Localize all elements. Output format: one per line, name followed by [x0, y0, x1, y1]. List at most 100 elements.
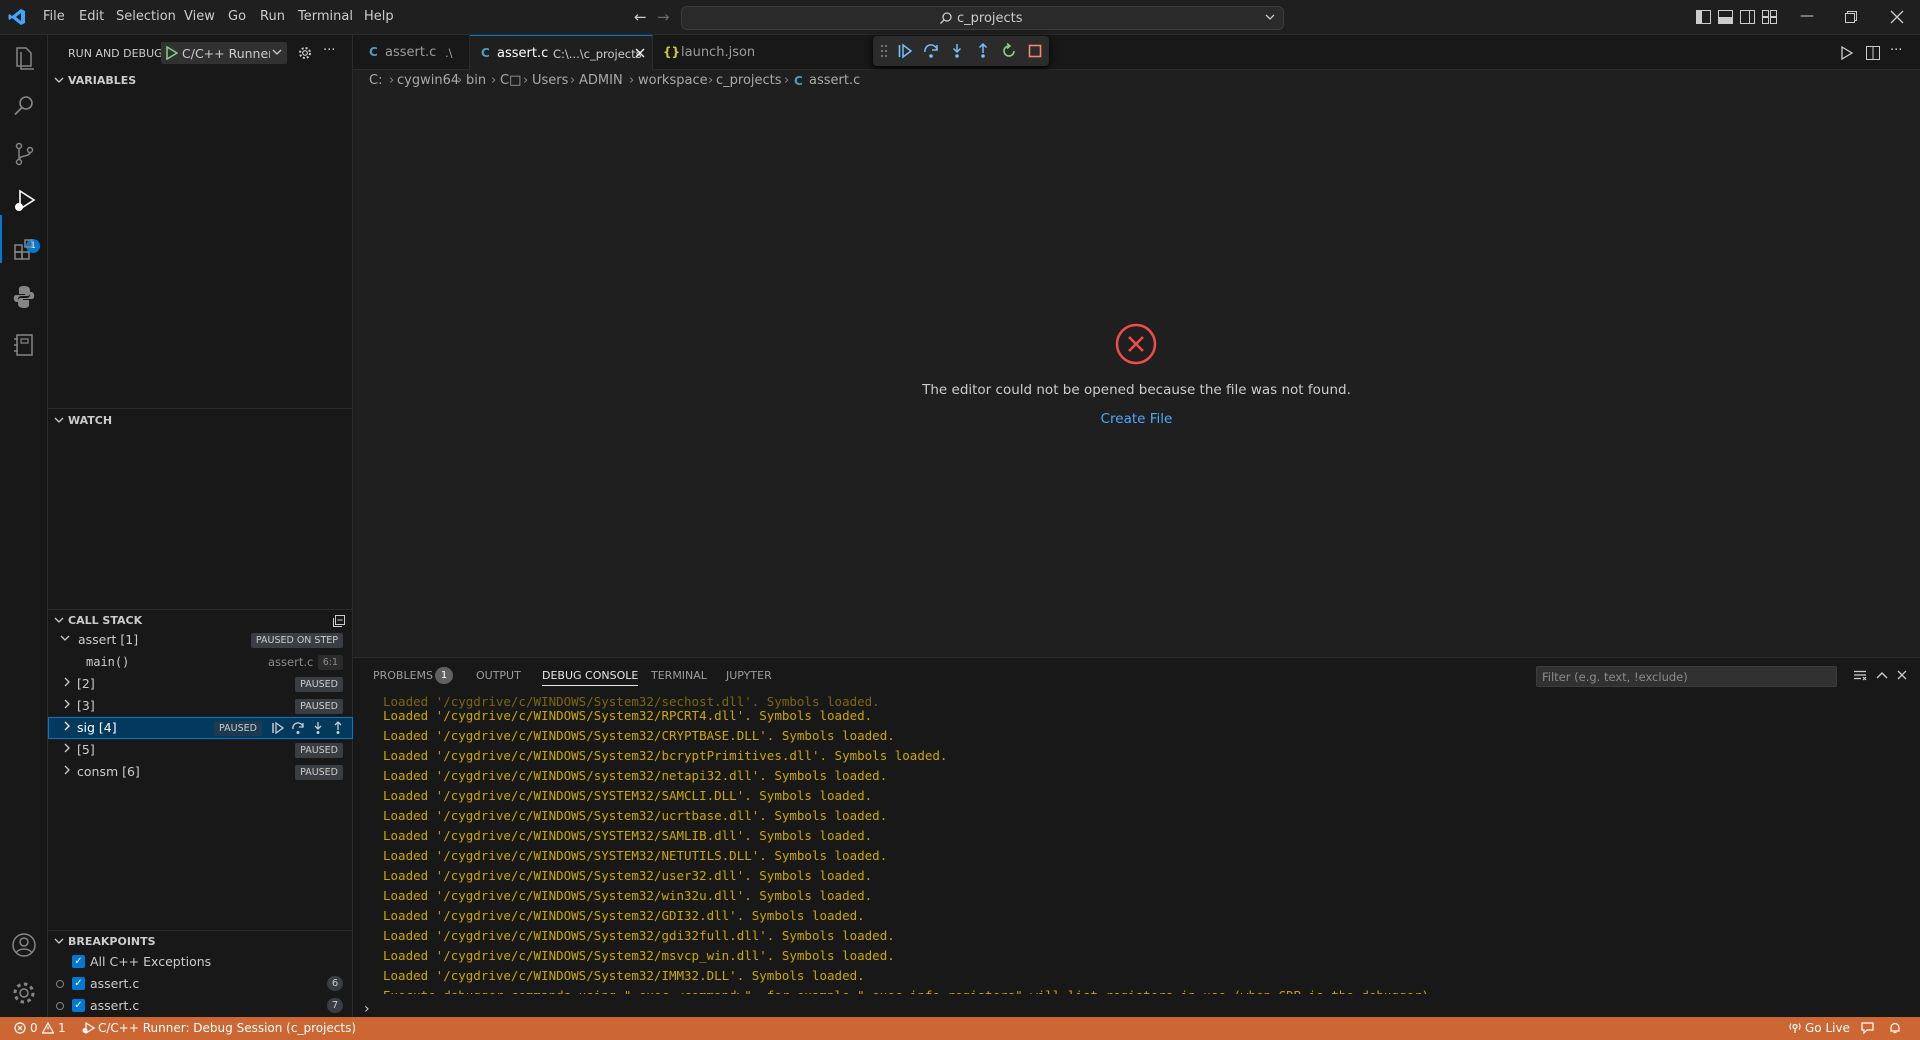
- chevron-down-icon[interactable]: [1264, 11, 1276, 23]
- feedback-icon[interactable]: [1861, 1022, 1874, 1034]
- tab-debug-console[interactable]: DEBUG CONSOLE: [542, 669, 639, 686]
- call-stack-thread-3[interactable]: [3] PAUSED: [48, 695, 353, 717]
- step-into-icon[interactable]: [949, 43, 965, 59]
- open-launch-json-gear-icon[interactable]: [297, 45, 313, 61]
- create-file-link[interactable]: Create File: [353, 411, 1920, 427]
- close-window-icon[interactable]: [1890, 10, 1904, 24]
- breadcrumb-item[interactable]: cygwin64: [397, 73, 459, 88]
- restore-icon[interactable]: [1845, 11, 1857, 23]
- split-editor-icon[interactable]: [1866, 46, 1880, 60]
- chevron-down-icon[interactable]: [54, 415, 64, 425]
- nav-forward-icon[interactable]: →: [657, 8, 670, 26]
- drag-handle-icon[interactable]: [880, 44, 888, 58]
- breakpoint-exceptions[interactable]: ✓ All C++ Exceptions: [48, 951, 353, 973]
- toggle-panel-icon[interactable]: [1718, 10, 1733, 24]
- menu-go[interactable]: Go: [228, 9, 246, 24]
- call-stack-thread-consm[interactable]: consm [6] PAUSED: [48, 761, 353, 783]
- breadcrumb-item[interactable]: Users: [532, 73, 568, 88]
- more-actions-icon[interactable]: ···: [1890, 43, 1902, 58]
- menu-terminal[interactable]: Terminal: [298, 9, 353, 24]
- call-stack-thread-sig[interactable]: sig [4] PAUSED: [48, 717, 353, 739]
- breadcrumb-item[interactable]: workspace: [638, 73, 708, 88]
- menu-selection[interactable]: Selection: [116, 9, 176, 24]
- minimize-icon[interactable]: —: [1800, 8, 1814, 24]
- explorer-icon[interactable]: [8, 42, 40, 74]
- menu-view[interactable]: View: [184, 9, 215, 24]
- step-over-icon[interactable]: [923, 43, 939, 59]
- stop-icon[interactable]: [1027, 43, 1043, 59]
- more-actions-icon[interactable]: ···: [323, 43, 335, 58]
- errors-icon[interactable]: [14, 1022, 26, 1034]
- run-code-icon[interactable]: [1840, 46, 1853, 60]
- menu-file[interactable]: File: [43, 9, 65, 24]
- start-debugging-icon[interactable]: [166, 46, 178, 60]
- breadcrumb-item[interactable]: C□: [500, 73, 521, 88]
- call-stack-frame-main[interactable]: main() assert.c 6:1: [48, 651, 353, 673]
- settings-gear-icon[interactable]: [8, 977, 40, 1009]
- tab-problems[interactable]: PROBLEMS: [373, 669, 433, 682]
- tab-terminal[interactable]: TERMINAL: [651, 669, 707, 682]
- breadcrumb-item[interactable]: C:: [369, 73, 382, 88]
- go-live-button[interactable]: Go Live: [1805, 1021, 1850, 1035]
- call-stack-thread-2[interactable]: [2] PAUSED: [48, 673, 353, 695]
- warning-icon[interactable]: [42, 1022, 54, 1034]
- toggle-primary-sidebar-icon[interactable]: [1696, 10, 1711, 24]
- source-control-icon[interactable]: [8, 138, 40, 170]
- debug-config-select[interactable]: C/C++ Runner: [161, 42, 287, 64]
- call-stack-section-header[interactable]: CALL STACK: [68, 614, 142, 627]
- customize-layout-icon[interactable]: [1762, 10, 1777, 24]
- exceptions-checkbox[interactable]: ✓: [72, 955, 85, 968]
- account-icon[interactable]: [8, 929, 40, 961]
- warning-count[interactable]: 1: [58, 1021, 66, 1035]
- breakpoint-checkbox[interactable]: ✓: [72, 977, 85, 990]
- step-out-icon[interactable]: [975, 43, 991, 59]
- tab-launch-json[interactable]: {} launch.json: [653, 35, 770, 70]
- nav-back-icon[interactable]: ←: [634, 8, 647, 26]
- call-stack-thread-5[interactable]: [5] PAUSED: [48, 739, 353, 761]
- breadcrumb-item[interactable]: ADMIN: [579, 73, 623, 88]
- chevron-down-icon[interactable]: [54, 615, 64, 625]
- chevron-down-icon[interactable]: [54, 936, 64, 946]
- close-tab-icon[interactable]: [634, 47, 646, 59]
- breakpoint-item[interactable]: ✓ assert.c 6: [48, 973, 353, 995]
- chevron-down-icon[interactable]: [54, 75, 64, 85]
- tab-output[interactable]: OUTPUT: [476, 669, 521, 682]
- notifications-bell-icon[interactable]: [1889, 1022, 1901, 1034]
- breakpoint-checkbox[interactable]: ✓: [72, 999, 85, 1012]
- error-count[interactable]: 0: [30, 1021, 38, 1035]
- breakpoint-item[interactable]: ✓ assert.c 7: [48, 995, 353, 1017]
- tab-assert-c-root[interactable]: C assert.c .\: [353, 35, 470, 70]
- menu-run[interactable]: Run: [260, 9, 285, 24]
- step-into-icon[interactable]: [311, 721, 325, 735]
- step-out-icon[interactable]: [331, 721, 345, 735]
- tab-jupyter[interactable]: JUPYTER: [726, 669, 772, 682]
- call-stack-thread-assert[interactable]: assert [1] PAUSED ON STEP: [48, 629, 353, 651]
- notebook-icon[interactable]: [8, 329, 40, 361]
- step-over-icon[interactable]: [291, 721, 305, 735]
- menu-help[interactable]: Help: [364, 9, 394, 24]
- breadcrumb-item[interactable]: bin: [466, 73, 486, 88]
- continue-icon[interactable]: [271, 721, 285, 735]
- search-view-icon[interactable]: [8, 90, 40, 122]
- breadcrumb-item[interactable]: c_projects: [716, 73, 782, 88]
- python-icon[interactable]: [8, 281, 40, 313]
- close-panel-icon[interactable]: [1896, 669, 1908, 681]
- continue-icon[interactable]: [897, 43, 913, 59]
- breadcrumb-item[interactable]: assert.c: [809, 73, 860, 88]
- menu-edit[interactable]: Edit: [79, 9, 104, 24]
- watch-section-header[interactable]: WATCH: [68, 414, 112, 427]
- run-and-debug-icon[interactable]: [8, 185, 40, 217]
- command-center[interactable]: c_projects: [681, 6, 1284, 30]
- debug-session-label[interactable]: C/C++ Runner: Debug Session (c_projects): [98, 1021, 356, 1035]
- breakpoints-section-header[interactable]: BREAKPOINTS: [68, 935, 156, 948]
- collapse-all-icon[interactable]: [332, 614, 346, 628]
- variables-section-header[interactable]: VARIABLES: [68, 74, 136, 87]
- console-prompt-chevron-icon[interactable]: ›: [364, 1001, 370, 1017]
- tab-assert-c-projects[interactable]: C assert.c C:\...\c_projects: [470, 35, 653, 70]
- maximize-panel-icon[interactable]: [1876, 670, 1888, 680]
- restart-icon[interactable]: [1001, 43, 1017, 59]
- clear-console-icon[interactable]: [1853, 670, 1867, 682]
- toggle-secondary-sidebar-icon[interactable]: [1740, 10, 1755, 24]
- extensions-icon[interactable]: [8, 233, 40, 265]
- console-filter-input[interactable]: [1537, 667, 1836, 686]
